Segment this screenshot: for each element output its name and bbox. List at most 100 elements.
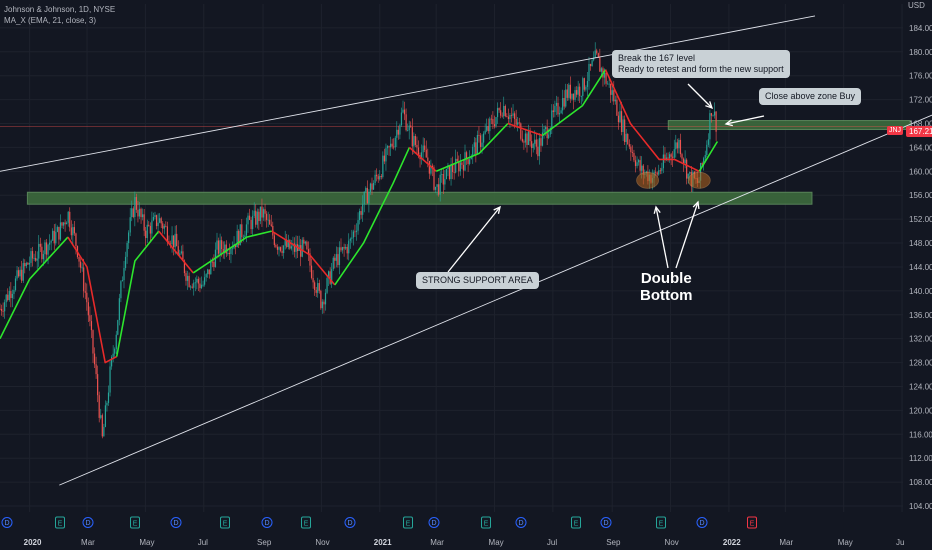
candle-body [326, 278, 328, 293]
x-tick-label: Sep [257, 538, 272, 547]
candle-body [283, 245, 285, 254]
y-axis-currency: USD [908, 1, 925, 10]
candle-body [129, 217, 131, 233]
event-marker-earnings: E [403, 516, 413, 529]
candle-body [441, 174, 443, 175]
y-tick-label: 120.00 [909, 406, 932, 415]
event-marker-dividend: D [696, 517, 708, 528]
x-tick-label: Sep [606, 538, 621, 547]
candle-body [343, 247, 345, 249]
candle-body [393, 146, 395, 148]
candle-body [641, 165, 643, 171]
candle-body [200, 284, 203, 289]
support-zone [667, 120, 911, 131]
support-zone [26, 191, 813, 205]
candle-body [180, 251, 182, 254]
candle-body [589, 63, 592, 67]
candle-body [487, 126, 489, 132]
ema-segment-up [334, 147, 411, 286]
candle-body [686, 159, 688, 179]
ema-line [0, 69, 719, 364]
candle-body [428, 160, 430, 174]
candle-body [524, 133, 527, 143]
candle-body [455, 158, 457, 173]
candle-body [400, 112, 403, 126]
candle-body [658, 170, 660, 175]
candle-body [196, 278, 198, 283]
candle-body [448, 165, 451, 180]
candle-body [245, 224, 248, 236]
candle-body [461, 162, 463, 165]
candle-body [523, 141, 525, 143]
candle-body [45, 242, 48, 255]
candle-body [565, 89, 567, 107]
candle-body [106, 402, 108, 406]
candle-body [11, 293, 13, 299]
candle-body [672, 156, 674, 158]
y-tick-label: 156.00 [909, 191, 932, 200]
candle-body [369, 183, 372, 192]
candle-body [410, 125, 412, 128]
candle-body [52, 230, 54, 241]
candle-body [315, 289, 317, 293]
candle-body [230, 248, 232, 255]
candle-body [560, 110, 562, 114]
ema-segment-up [0, 236, 69, 340]
candle-body [368, 191, 370, 204]
candles [0, 42, 717, 439]
candle-body [75, 233, 77, 246]
candle-body [334, 257, 336, 261]
candle-body [30, 251, 32, 263]
candle-body [159, 218, 161, 223]
candle-body [199, 283, 201, 289]
candle-body [124, 256, 127, 268]
candle-body [0, 308, 3, 311]
candle-body [444, 179, 446, 185]
x-tick-label: 2021 [374, 538, 392, 547]
candle-body [191, 286, 193, 288]
candle-body [713, 111, 716, 116]
candle-body [594, 50, 596, 58]
candle-body [545, 127, 547, 130]
ema-segment-down [604, 69, 675, 161]
candle-body [445, 168, 447, 180]
x-tick-label: Mar [779, 538, 793, 547]
candle-body [391, 143, 393, 147]
candle-body [44, 242, 46, 255]
candle-body [411, 127, 413, 147]
candle-body [408, 125, 410, 131]
candle-body [509, 114, 511, 120]
candle-body [495, 117, 497, 127]
candle-body [704, 154, 706, 159]
y-tick-label: 136.00 [909, 311, 932, 320]
candle-body [346, 246, 348, 254]
candle-body [227, 252, 229, 254]
candle-body [273, 235, 275, 246]
candle-body [310, 265, 313, 278]
candle-body [585, 86, 587, 90]
break-level-callout: Break the 167 level Ready to retest and … [612, 50, 790, 78]
candle-body [202, 284, 204, 286]
candle-body [81, 267, 83, 269]
candle-body [301, 239, 303, 257]
candle-body [213, 261, 215, 267]
candle-body [197, 278, 199, 284]
candle-body [117, 320, 119, 335]
event-letter: E [133, 521, 138, 528]
candle-body [596, 50, 598, 54]
candle-body [194, 282, 196, 284]
candle-body [163, 225, 165, 229]
candle-body [303, 239, 305, 244]
x-tick-label: May [838, 538, 853, 547]
candle-body [402, 109, 404, 113]
candle-body [14, 278, 17, 291]
y-tick-label: 152.00 [909, 215, 932, 224]
candle-body [27, 262, 29, 265]
grid [0, 4, 903, 512]
candle-body [231, 248, 234, 250]
candle-body [715, 111, 717, 132]
candle-body [86, 292, 88, 303]
candle-body [628, 144, 630, 147]
candle-body [616, 99, 618, 116]
candle-body [42, 254, 44, 260]
